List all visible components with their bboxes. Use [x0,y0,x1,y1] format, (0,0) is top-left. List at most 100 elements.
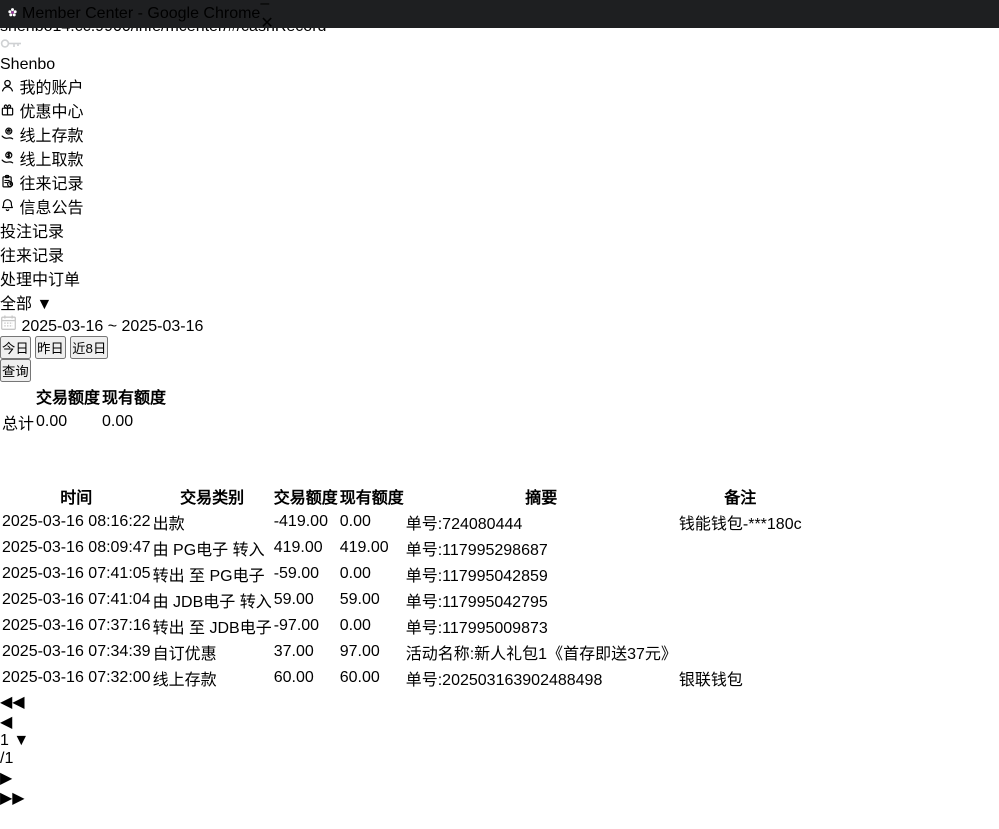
close-button[interactable]: ✕ [260,13,273,33]
window-title: Member Center - Google Chrome [22,5,260,23]
cell-time: 2025-03-16 08:09:47 [2,536,151,560]
site-header-sliver: Shenbo [0,56,999,74]
type-select-value: 全部 [0,296,32,313]
cell-remark: 银联钱包 [679,666,802,690]
table-row: 2025-03-16 08:09:47 由 PG电子 转入 419.00 419… [2,536,802,560]
cell-type: 转出 至 JDB电子 [153,614,272,638]
next-page-button[interactable]: ▶ [0,768,999,788]
cell-time: 2025-03-16 08:16:22 [2,510,151,534]
bell-icon [0,200,19,217]
cell-balance: 0.00 [340,614,404,638]
cell-summary: 单号:117995042795 [406,588,677,612]
first-page-button[interactable]: ◀◀ [0,692,999,712]
table-row: 2025-03-16 07:41:04 由 JDB电子 转入 59.00 59.… [2,588,802,612]
table-row: 2025-03-16 07:41:05 转出 至 PG电子 -59.00 0.0… [2,562,802,586]
cell-remark [679,562,802,586]
date-range-input[interactable]: 2025-03-16 ~ 2025-03-16 [0,314,999,336]
cell-trade-amount: 419.00 [274,536,338,560]
tab-pending-orders[interactable]: 处理中订单 [0,266,999,290]
nav-label: 往来记录 [19,176,83,193]
nav-label: 线上存款 [19,128,83,145]
last-page-button[interactable]: ▶▶ [0,788,999,808]
summary-row: 总计 0.00 0.00 [2,410,166,434]
cell-remark [679,536,802,560]
cell-type: 由 PG电子 转入 [153,536,272,560]
table-row: 2025-03-16 07:37:16 转出 至 JDB电子 -97.00 0.… [2,614,802,638]
cell-summary: 单号:117995298687 [406,536,677,560]
sort-ascending-button[interactable] [0,459,999,482]
cell-balance: 60.00 [340,666,404,690]
cell-time: 2025-03-16 07:41:05 [2,562,151,586]
summary-header-balance: 现有额度 [102,384,166,408]
records-icon [0,176,19,193]
cell-trade-amount: 37.00 [274,640,338,664]
cell-trade-amount: -59.00 [274,562,338,586]
yesterday-button[interactable]: 昨日 [35,336,66,359]
records-header-row: 时间 交易类别 交易额度 现有额度 摘要 备注 [2,484,802,508]
cell-summary: 活动名称:新人礼包1《首存即送37元》 [406,640,677,664]
cell-balance: 419.00 [340,536,404,560]
cell-type: 线上存款 [153,666,272,690]
col-summary: 摘要 [406,484,677,508]
deposit-icon [0,128,19,145]
content-area: 全部 ▼ 2025-03-16 ~ 2025-03-16 今日 昨日 近8日 查… [0,290,999,808]
tab-bet-records[interactable]: 投注记录 [0,218,999,242]
page-select[interactable]: 1 ▼ [0,732,999,750]
cell-remark [679,640,802,664]
records-table: 时间 交易类别 交易额度 现有额度 摘要 备注 2025-03-16 08:16… [0,482,804,692]
summary-table: 交易额度 现有额度 总计 0.00 0.00 [0,382,168,436]
nav-item-withdraw[interactable]: 线上取款 [0,146,999,170]
chevron-down-icon: ▼ [36,296,52,313]
summary-header-trade-amount: 交易额度 [36,384,100,408]
cell-type: 自订优惠 [153,640,272,664]
cell-trade-amount: 60.00 [274,666,338,690]
compose-icon [0,808,19,827]
chevron-down-icon: ▼ [13,732,29,749]
sort-buttons [0,436,999,482]
summary-total-label: 总计 [2,410,34,434]
cell-remark: 钱能钱包-***180c [679,510,802,534]
cell-type: 转出 至 PG电子 [153,562,272,586]
prev-page-button[interactable]: ◀ [0,712,999,732]
cell-summary: 单号:724080444 [406,510,677,534]
key-icon[interactable] [0,36,999,56]
search-button[interactable]: 查询 [0,359,31,382]
date-range-value: 2025-03-16 ~ 2025-03-16 [21,318,203,335]
cell-type: 由 JDB电子 转入 [153,588,272,612]
type-select[interactable]: 全部 ▼ [0,290,999,314]
feedback-compose-button[interactable] [0,808,999,829]
page-total: /1 [0,750,13,767]
cell-trade-amount: -419.00 [274,510,338,534]
sort-descending-button[interactable] [0,436,999,459]
nav-item-announcements[interactable]: 信息公告 [0,194,999,218]
nav-item-deposit[interactable]: 线上存款 [0,122,999,146]
today-button[interactable]: 今日 [0,336,31,359]
brand-text: Shenbo [0,56,55,73]
window-titlebar: Member Center - Google Chrome – ✕ [0,0,999,28]
cell-time: 2025-03-16 07:34:39 [2,640,151,664]
cell-trade-amount: 59.00 [274,588,338,612]
tab-cash-records[interactable]: 往来记录 [0,242,999,266]
table-row: 2025-03-16 07:32:00 线上存款 60.00 60.00 单号:… [2,666,802,690]
withdraw-icon [0,152,19,169]
nav-item-my-account[interactable]: 我的账户 [0,74,999,98]
nav-label: 优惠中心 [19,104,83,121]
summary-balance: 0.00 [102,410,166,434]
window-controls: – ✕ [260,0,273,33]
cell-balance: 0.00 [340,510,404,534]
table-row: 2025-03-16 07:34:39 自订优惠 37.00 97.00 活动名… [2,640,802,664]
site-favicon-icon [7,7,22,22]
last-8-days-button[interactable]: 近8日 [70,336,108,359]
cell-time: 2025-03-16 07:41:04 [2,588,151,612]
nav-item-cash-records[interactable]: 往来记录 [0,170,999,194]
nav-item-promotions[interactable]: 优惠中心 [0,98,999,122]
cell-balance: 0.00 [340,562,404,586]
cell-summary: 单号:117995009873 [406,614,677,638]
pagination: ◀◀ ◀ 1 ▼ /1 ▶ ▶▶ [0,692,999,808]
table-row: 2025-03-16 08:16:22 出款 -419.00 0.00 单号:7… [2,510,802,534]
col-remark: 备注 [679,484,802,508]
minimize-button[interactable]: – [260,0,273,13]
sub-tabbar: 投注记录 往来记录 处理中订单 [0,218,999,290]
cell-summary: 单号:117995042859 [406,562,677,586]
cell-trade-amount: -97.00 [274,614,338,638]
